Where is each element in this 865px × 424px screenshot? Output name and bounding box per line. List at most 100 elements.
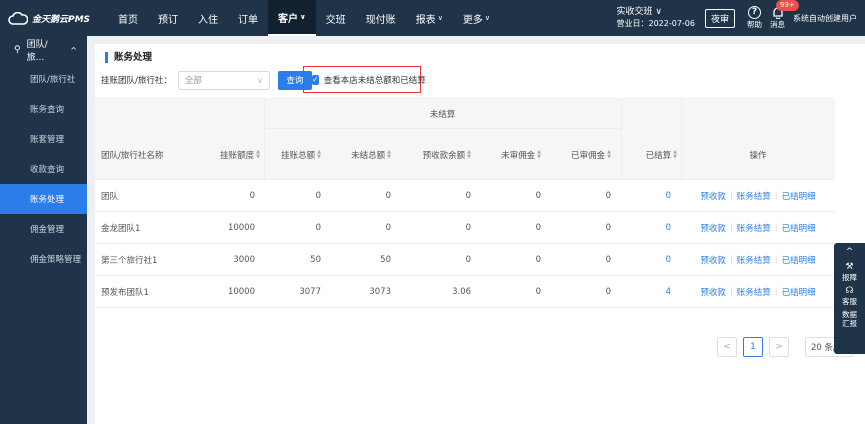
column-header-3[interactable]: 未结总额 ▲ ▼ <box>321 129 391 181</box>
cell-total: 0 <box>315 191 321 201</box>
cell-settled[interactable]: 0 <box>666 244 671 276</box>
sort-icon[interactable]: ▲ ▼ <box>607 150 611 160</box>
message-button[interactable]: 99+ 消息 <box>770 0 799 30</box>
business-date: 营业日：2022-07-06 <box>616 19 695 28</box>
nav-item-label: 交班 <box>325 14 346 26</box>
chevron-down-icon: ∨ <box>484 14 490 22</box>
sidebar-item-0[interactable]: 团队/旅行社 <box>0 64 87 94</box>
settled-detail-link[interactable]: 已结明细 <box>782 286 816 298</box>
row-actions: 预收款 | 账务结算 | 已结明细 <box>681 212 835 244</box>
table-row: 金龙团队1 10000 0 0 0 0 0 0 预收款 | 账务结算 | 已结明细 <box>95 212 835 244</box>
prepay-link[interactable]: 预收款 <box>700 286 726 298</box>
chevron-down-icon: ∨ <box>257 75 263 85</box>
prepay-link[interactable]: 预收款 <box>700 222 726 234</box>
sidebar-item-1[interactable]: 账务查询 <box>0 94 87 124</box>
settle-link[interactable]: 账务结算 <box>737 254 771 266</box>
prepay-link[interactable]: 预收款 <box>700 254 726 266</box>
settle-link[interactable]: 账务结算 <box>737 286 771 298</box>
message-label: 消息 <box>770 20 785 29</box>
cell-limit: 3000 <box>233 255 255 265</box>
settle-link[interactable]: 账务结算 <box>737 190 771 202</box>
cell-approved-comm: 0 <box>605 191 611 201</box>
sidebar-item-5[interactable]: 佣金管理 <box>0 214 87 244</box>
cell-pending-comm: 0 <box>535 255 541 265</box>
team-select-value: 全部 <box>184 76 202 86</box>
column-header-0: 团队/旅行社名称 <box>101 129 211 181</box>
show-totals-option[interactable]: ✓ 查看本店未结总额和已结算 <box>303 66 426 93</box>
link-separator: | <box>774 223 778 233</box>
data-report-button[interactable]: 数据汇报 <box>841 310 859 328</box>
link-separator: | <box>729 191 733 201</box>
user-menu[interactable]: 系统自动创建用户 <box>793 13 865 24</box>
nav-item-5[interactable]: 交班 <box>316 0 356 36</box>
sidebar-group-team[interactable]: ⚲ 团队/旅... ^ <box>0 36 87 64</box>
filter-label: 挂账团队/旅行社： <box>101 76 172 86</box>
prepay-link[interactable]: 预收款 <box>700 190 726 202</box>
cell-settled[interactable]: 0 <box>666 180 671 212</box>
sidebar: ⚲ 团队/旅... ^ 团队/旅行社 账务查询 账套管理 收款查询 账务处理 佣金管理 佣金… <box>0 36 87 424</box>
night-audit-button[interactable]: 夜审 <box>704 8 735 28</box>
column-header-5[interactable]: 未审佣金 ▲ ▼ <box>471 129 541 181</box>
sidebar-item-6[interactable]: 佣金策略管理 <box>0 244 87 274</box>
column-header-4[interactable]: 预收款余额 ▲ ▼ <box>391 129 471 181</box>
column-header-1[interactable]: 挂账额度 ▲ ▼ <box>205 129 260 181</box>
sidebar-item-2[interactable]: 账套管理 <box>0 124 87 154</box>
cell-settled[interactable]: 4 <box>666 276 671 308</box>
sidebar-item-3[interactable]: 收款查询 <box>0 154 87 184</box>
column-header-7[interactable]: 已结算 ▲ ▼ <box>621 129 677 181</box>
settled-detail-link[interactable]: 已结明细 <box>782 190 816 202</box>
settled-detail-link[interactable]: 已结明细 <box>782 222 816 234</box>
show-totals-checkbox[interactable]: ✓ <box>312 74 319 85</box>
cell-name: 团队 <box>101 192 119 202</box>
nav-item-4[interactable]: 客户 ∨ <box>268 0 316 36</box>
app-logo[interactable]: 金天鹅云PMS <box>0 0 100 36</box>
main-nav: 首页 预订 入住 订单 客户 ∨ 交班 现付账 报表 ∨ 更多 ∨ <box>108 0 500 36</box>
nav-item-label: 更多 <box>462 14 483 26</box>
help-icon: ? <box>748 6 761 19</box>
nav-item-7[interactable]: 报表 ∨ <box>406 0 453 36</box>
page-number-button[interactable]: 1 <box>743 337 763 357</box>
nav-item-6[interactable]: 现付账 <box>356 0 406 36</box>
cell-prepaid: 0 <box>465 255 471 265</box>
filter-row: 挂账团队/旅行社： 全部 ∨ 查询 <box>101 70 312 90</box>
back-to-top-icon: ^ <box>845 247 854 257</box>
nav-item-2[interactable]: 入住 <box>188 0 228 36</box>
sidebar-item-4[interactable]: 账务处理 <box>0 184 87 214</box>
link-separator: | <box>729 223 733 233</box>
nav-item-8[interactable]: 更多 ∨ <box>453 0 500 36</box>
nav-item-3[interactable]: 订单 <box>228 0 268 36</box>
table-header: 未结算 团队/旅行社名称 挂账额度 ▲ ▼ 挂账总额 ▲ ▼ 未结总额 ▲ ▼ 预收款余额 ▲ ▼ 未审佣… <box>95 98 835 181</box>
table-row: 第三个旅行社1 3000 50 50 0 0 0 0 预收款 | 账务结算 | 已结明细 <box>95 244 835 276</box>
report-issue-label: 报障 <box>842 273 857 282</box>
cell-name: 第三个旅行社1 <box>101 256 158 266</box>
column-header-6[interactable]: 已审佣金 ▲ ▼ <box>541 129 611 181</box>
team-select[interactable]: 全部 ∨ <box>177 70 270 90</box>
shift-dropdown[interactable]: 实收交班 ∨ <box>616 6 695 18</box>
link-separator: | <box>729 255 733 265</box>
next-page-button[interactable]: > <box>769 337 789 357</box>
sort-icon[interactable]: ▲ ▼ <box>673 150 677 160</box>
column-header-label: 未结总额 <box>351 151 386 161</box>
link-separator: | <box>774 287 778 297</box>
cell-unsettled: 50 <box>380 255 391 265</box>
report-issue-button[interactable]: ⚒ 报障 <box>842 262 857 282</box>
chevron-up-icon: ^ <box>70 45 77 55</box>
settle-link[interactable]: 账务结算 <box>737 222 771 234</box>
cell-prepaid: 0 <box>465 223 471 233</box>
back-to-top-button[interactable]: ^ <box>846 247 854 258</box>
nav-item-1[interactable]: 预订 <box>148 0 188 36</box>
shift-info[interactable]: 实收交班 ∨ 营业日：2022-07-06 <box>616 6 695 30</box>
settled-detail-link[interactable]: 已结明细 <box>782 254 816 266</box>
link-separator: | <box>774 191 778 201</box>
column-header-2[interactable]: 挂账总额 ▲ ▼ <box>265 129 321 181</box>
cell-total: 0 <box>315 223 321 233</box>
customer-service-button[interactable]: ☊ 客服 <box>842 286 857 306</box>
nav-item-label: 入住 <box>198 14 218 26</box>
nav-item-0[interactable]: 首页 <box>108 0 148 36</box>
cell-settled[interactable]: 0 <box>666 212 671 244</box>
prev-page-button[interactable]: < <box>717 337 737 357</box>
help-button[interactable]: ? 帮助 <box>747 6 762 30</box>
cell-unsettled: 0 <box>385 191 391 201</box>
column-header-label: 挂账额度 <box>220 151 255 161</box>
sort-icon[interactable]: ▲ ▼ <box>256 150 260 160</box>
